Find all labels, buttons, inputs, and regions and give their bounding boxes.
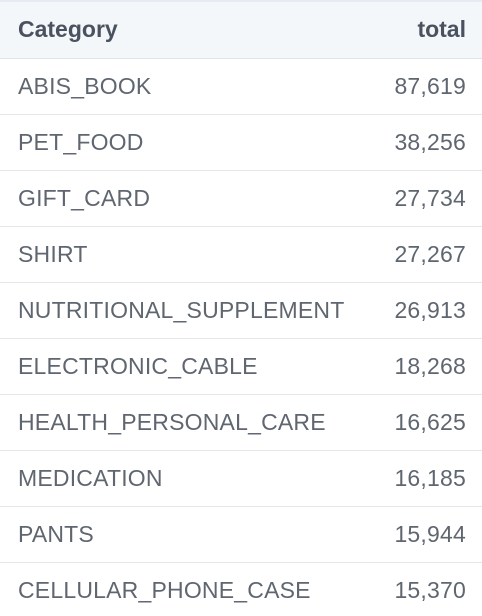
header-row: Category total <box>0 2 482 59</box>
table-row: SHIRT 27,267 <box>0 226 482 283</box>
total-cell: 87,619 <box>370 58 482 115</box>
table-body: ABIS_BOOK 87,619 PET_FOOD 38,256 GIFT_CA… <box>0 58 482 616</box>
category-cell: PET_FOOD <box>0 114 370 171</box>
table-row: HEALTH_PERSONAL_CARE 16,625 <box>0 394 482 451</box>
total-cell: 27,267 <box>370 226 482 283</box>
table-row: PET_FOOD 38,256 <box>0 114 482 171</box>
total-cell: 26,913 <box>370 282 482 339</box>
results-table-container: Category total ABIS_BOOK 87,619 PET_FOOD… <box>0 0 482 616</box>
category-cell: ABIS_BOOK <box>0 58 370 115</box>
category-cell: NUTRITIONAL_SUPPLEMENT <box>0 282 370 339</box>
category-cell: PANTS <box>0 506 370 563</box>
table-row: ABIS_BOOK 87,619 <box>0 58 482 115</box>
table-header: Category total <box>0 2 482 59</box>
table-row: MEDICATION 16,185 <box>0 450 482 507</box>
column-header-total[interactable]: total <box>370 2 482 59</box>
table-row: CELLULAR_PHONE_CASE 15,370 <box>0 562 482 616</box>
table-row: PANTS 15,944 <box>0 506 482 563</box>
total-cell: 38,256 <box>370 114 482 171</box>
category-cell: HEALTH_PERSONAL_CARE <box>0 394 370 451</box>
column-header-category[interactable]: Category <box>0 2 370 59</box>
results-table: Category total ABIS_BOOK 87,619 PET_FOOD… <box>0 2 482 616</box>
category-cell: CELLULAR_PHONE_CASE <box>0 562 370 616</box>
category-cell: SHIRT <box>0 226 370 283</box>
total-cell: 15,944 <box>370 506 482 563</box>
category-cell: MEDICATION <box>0 450 370 507</box>
total-cell: 18,268 <box>370 338 482 395</box>
total-cell: 15,370 <box>370 562 482 616</box>
total-cell: 16,625 <box>370 394 482 451</box>
table-row: NUTRITIONAL_SUPPLEMENT 26,913 <box>0 282 482 339</box>
table-row: GIFT_CARD 27,734 <box>0 170 482 227</box>
total-cell: 16,185 <box>370 450 482 507</box>
table-row: ELECTRONIC_CABLE 18,268 <box>0 338 482 395</box>
category-cell: ELECTRONIC_CABLE <box>0 338 370 395</box>
total-cell: 27,734 <box>370 170 482 227</box>
category-cell: GIFT_CARD <box>0 170 370 227</box>
